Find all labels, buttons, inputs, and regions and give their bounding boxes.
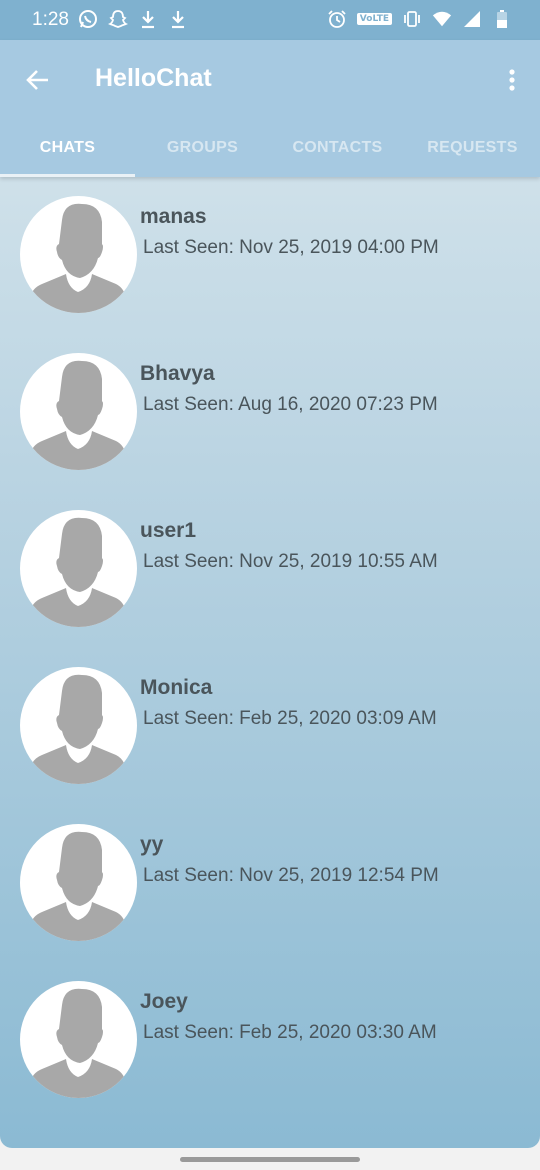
overflow-menu-button[interactable] xyxy=(502,64,522,96)
last-seen-text: Last Seen: Feb 25, 2020 03:30 AM xyxy=(143,1022,437,1043)
status-bar: 1:28 VoLTE xyxy=(0,0,540,40)
contact-name: yy xyxy=(140,833,164,856)
person-silhouette-icon xyxy=(26,517,130,627)
download-icon xyxy=(168,8,188,30)
chat-list-item[interactable]: user1 Last Seen: Nov 25, 2019 10:55 AM xyxy=(0,491,540,648)
chat-list-item[interactable]: yy Last Seen: Nov 25, 2019 12:54 PM xyxy=(0,805,540,962)
vibrate-icon xyxy=(402,8,422,30)
avatar xyxy=(20,981,137,1098)
whatsapp-icon xyxy=(78,8,98,30)
last-seen-text: Last Seen: Nov 25, 2019 12:54 PM xyxy=(143,865,439,886)
tab-contacts[interactable]: CONTACTS xyxy=(270,120,405,176)
app-title: HelloChat xyxy=(95,64,212,92)
wifi-icon xyxy=(432,8,452,30)
signal-icon xyxy=(462,8,482,30)
app-screen: 1:28 VoLTE HelloChat CHATS GROUPS CONTAC… xyxy=(0,0,540,1148)
chat-list: manas Last Seen: Nov 25, 2019 04:00 PM B… xyxy=(0,177,540,1119)
avatar xyxy=(20,510,137,627)
avatar xyxy=(20,196,137,313)
snapchat-icon xyxy=(108,8,128,30)
system-icons: VoLTE xyxy=(327,8,512,30)
chat-list-item[interactable]: Joey Last Seen: Feb 25, 2020 03:30 AM xyxy=(0,962,540,1119)
avatar xyxy=(20,824,137,941)
volte-badge: VoLTE xyxy=(356,13,392,25)
last-seen-text: Last Seen: Feb 25, 2020 03:09 AM xyxy=(143,708,437,729)
chat-list-item[interactable]: Bhavya Last Seen: Aug 16, 2020 07:23 PM xyxy=(0,334,540,491)
home-gesture-handle[interactable] xyxy=(180,1157,360,1162)
person-silhouette-icon xyxy=(26,988,130,1098)
tab-groups[interactable]: GROUPS xyxy=(135,120,270,176)
contact-name: Bhavya xyxy=(140,362,215,385)
last-seen-text: Last Seen: Nov 25, 2019 04:00 PM xyxy=(143,237,439,258)
avatar xyxy=(20,667,137,784)
tab-bar: CHATS GROUPS CONTACTS REQUESTS xyxy=(0,120,540,176)
back-button[interactable] xyxy=(22,64,54,96)
person-silhouette-icon xyxy=(26,674,130,784)
battery-icon xyxy=(492,8,512,30)
person-silhouette-icon xyxy=(26,360,130,470)
download-icon xyxy=(138,8,158,30)
tab-requests[interactable]: REQUESTS xyxy=(405,120,540,176)
person-silhouette-icon xyxy=(26,831,130,941)
more-vertical-icon xyxy=(509,69,515,91)
person-silhouette-icon xyxy=(26,203,130,313)
notification-icons xyxy=(78,8,188,30)
contact-name: Joey xyxy=(140,990,188,1013)
contact-name: Monica xyxy=(140,676,213,699)
contact-name: user1 xyxy=(140,519,197,542)
tab-chats[interactable]: CHATS xyxy=(0,120,135,176)
last-seen-text: Last Seen: Aug 16, 2020 07:23 PM xyxy=(143,394,438,415)
navigation-bar xyxy=(0,1148,540,1170)
alarm-icon xyxy=(327,8,347,30)
avatar xyxy=(20,353,137,470)
status-time: 1:28 xyxy=(32,9,69,30)
chat-list-item[interactable]: Monica Last Seen: Feb 25, 2020 03:09 AM xyxy=(0,648,540,805)
arrow-left-icon xyxy=(26,70,48,90)
app-bar: HelloChat CHATS GROUPS CONTACTS REQUESTS xyxy=(0,40,540,177)
last-seen-text: Last Seen: Nov 25, 2019 10:55 AM xyxy=(143,551,438,572)
chat-list-item[interactable]: manas Last Seen: Nov 25, 2019 04:00 PM xyxy=(0,177,540,334)
contact-name: manas xyxy=(140,205,207,228)
